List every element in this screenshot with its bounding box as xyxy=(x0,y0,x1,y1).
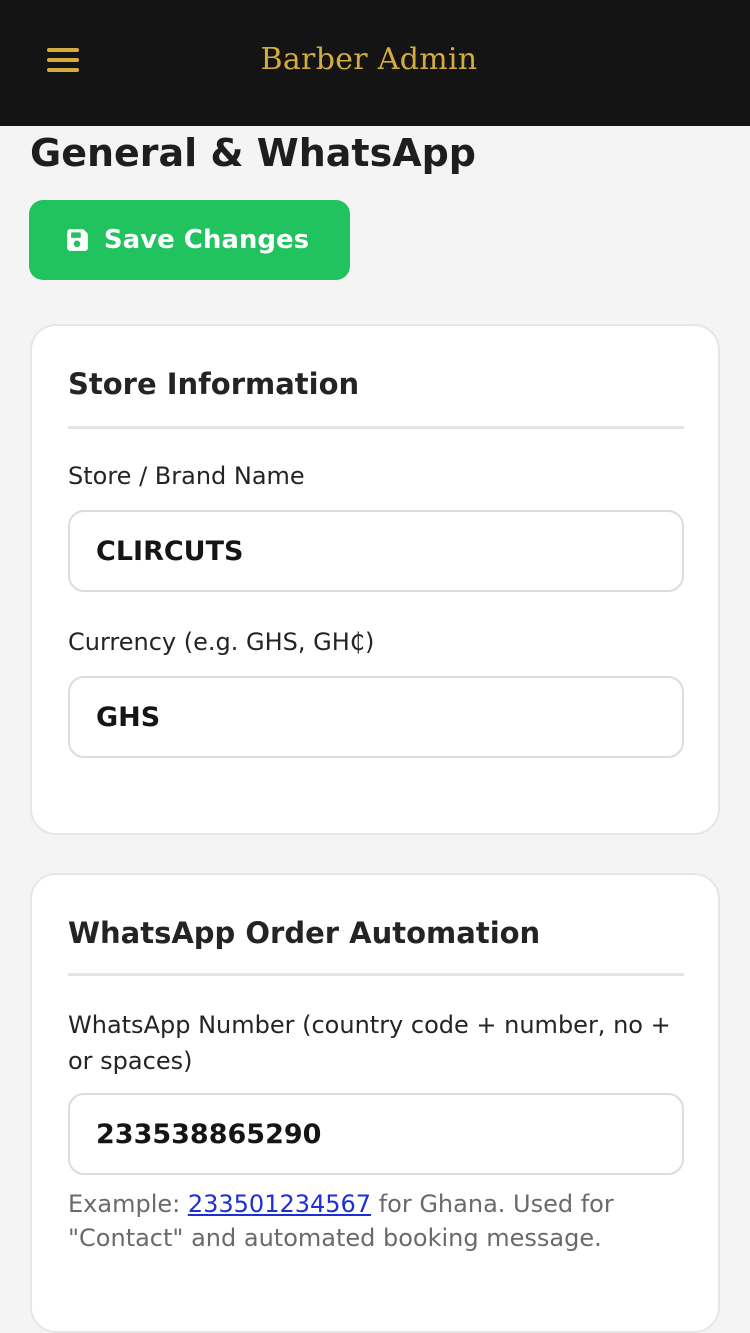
currency-label: Currency (e.g. GHS, GH₵) xyxy=(68,628,375,656)
brand-name-label: Store / Brand Name xyxy=(68,462,305,490)
example-number-link[interactable]: 233501234567 xyxy=(188,1190,371,1218)
save-changes-button[interactable]: Save Changes xyxy=(29,200,350,280)
help-prefix: Example: xyxy=(68,1190,188,1218)
store-information-title: Store Information xyxy=(68,367,360,401)
floppy-disk-icon xyxy=(67,229,88,251)
section-divider xyxy=(68,426,684,429)
whatsapp-number-input[interactable] xyxy=(68,1093,684,1175)
whatsapp-number-label: WhatsApp Number (country code + number, … xyxy=(68,1011,671,1075)
currency-input[interactable] xyxy=(68,676,684,758)
whatsapp-automation-card: WhatsApp Order Automation WhatsApp Numbe… xyxy=(30,873,720,1333)
section-divider xyxy=(68,973,684,976)
brand-name-input[interactable] xyxy=(68,510,684,592)
whatsapp-help-text: Example: 233501234567 for Ghana. Used fo… xyxy=(68,1187,684,1255)
store-information-card: Store Information Store / Brand Name Cur… xyxy=(30,324,720,835)
save-button-label: Save Changes xyxy=(103,225,310,255)
app-brand-title: Barber Admin xyxy=(260,42,478,77)
whatsapp-automation-title: WhatsApp Order Automation xyxy=(68,916,541,950)
top-bar: Barber Admin xyxy=(0,0,750,126)
page-title: General & WhatsApp xyxy=(30,131,476,175)
